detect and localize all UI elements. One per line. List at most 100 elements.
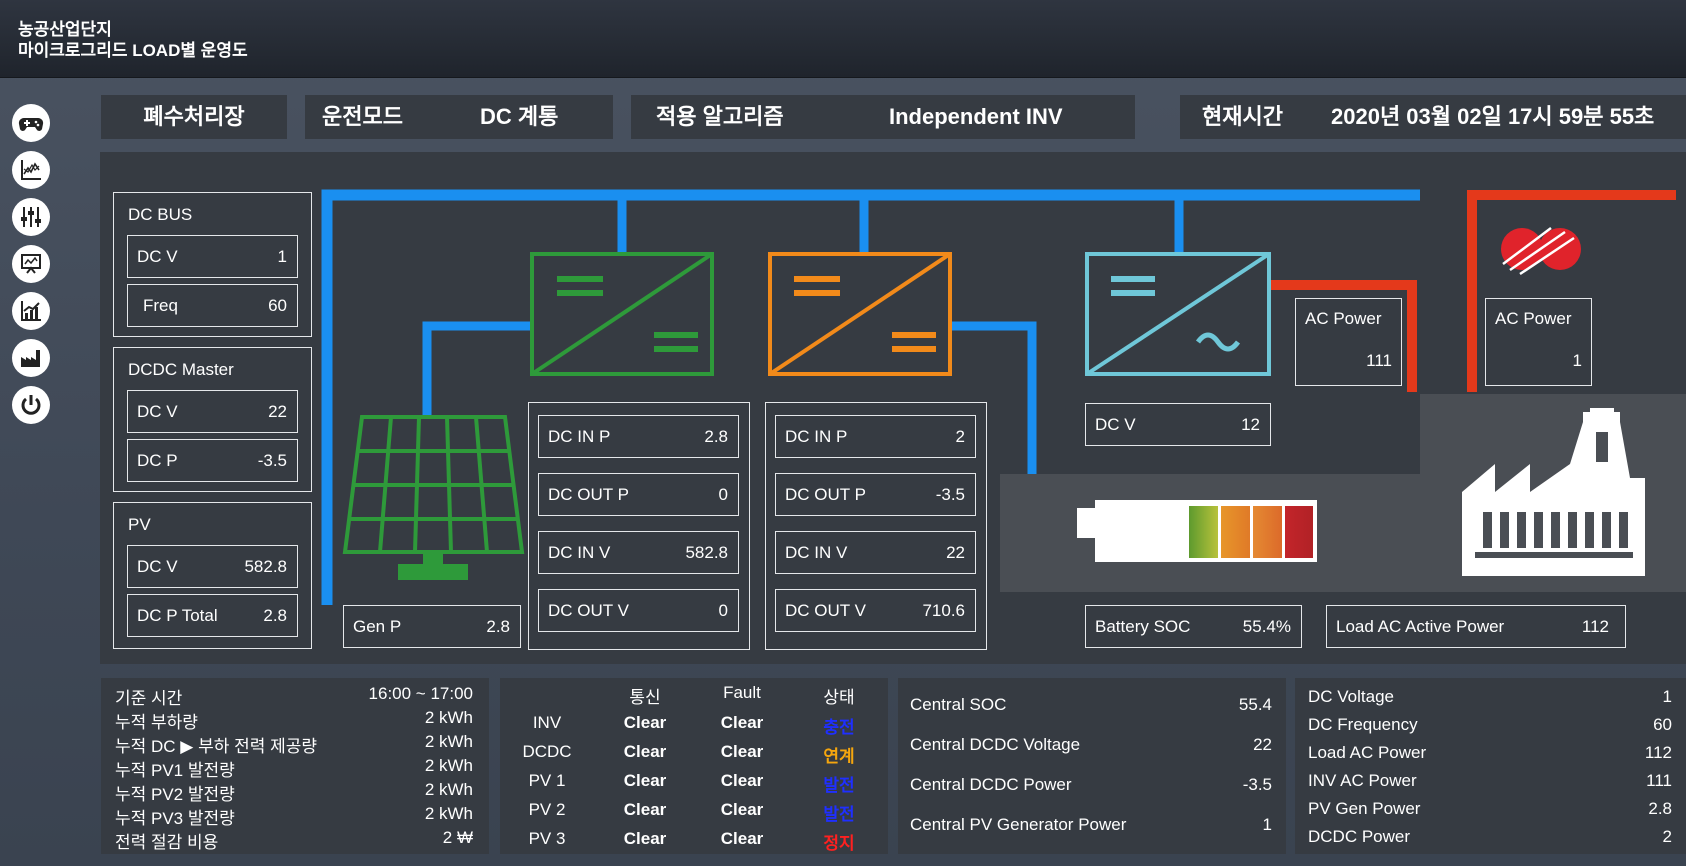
conv1-label: DC IN P [548,427,611,446]
status-row-state: 발전 [823,776,855,795]
conv2-value: -3.5 [935,485,965,504]
conv1-label: DC OUT P [548,485,629,504]
pv-dcp-field: DC P Total 2.8 [127,594,298,637]
dcdc-dcv-value: 22 [268,402,287,421]
site-panel: 폐수처리장 [101,95,287,139]
power-icon[interactable] [12,386,50,424]
dc-value: 112 [1644,743,1672,762]
dcdc-dcp-label: DC P [137,451,178,470]
time-label: 현재시간 [1202,104,1283,129]
central-label: Central SOC [910,695,1007,714]
load-ac-value: 112 [1581,617,1609,636]
dc-panel: DC Voltage 1 DC Frequency 60 Load AC Pow… [1295,678,1686,854]
diagram-area: DC BUS DC V 1 Freq 60 DCDC Master DC V 2… [100,152,1686,664]
summary-panel: 기준 시간 16:00 ~ 17:00 누적 부하량 2 kWh 누적 DC ▶… [101,678,489,854]
summary-label: 누적 부하량 [115,713,198,732]
dcdc-dcp-field: DC P -3.5 [127,439,298,482]
conv1-row: DC IN V 582.8 [538,531,739,574]
status-header-state: 상태 [823,688,855,707]
dcdc-converter-readings: DC IN P 2 DC OUT P -3.5 DC IN V 22 DC OU… [765,402,987,650]
summary-value: 2 kWh [424,732,473,751]
dc-bus-dcv-label: DC V [137,247,178,266]
gamepad-icon[interactable] [12,104,50,142]
conv2-value: 2 [955,427,965,446]
summary-value: 2 kWh [424,708,473,727]
time-value: 2020년 03월 02일 17시 59분 55초 [1331,104,1655,129]
status-row-name: PV 2 [528,800,566,819]
status-row-state: 충전 [823,718,855,737]
pv-dcp-value: 2.8 [263,606,287,625]
mode-value: DC 계통 [480,104,559,129]
status-row-comm: Clear [623,800,667,819]
conv1-value: 0 [718,601,728,620]
ac-power-grid-value: 1 [1572,351,1582,370]
dcdc-dcv-field: DC V 22 [127,390,298,433]
status-row-state: 정지 [823,834,855,853]
summary-label: 기준 시간 [115,689,183,708]
load-ac-label: Load AC Active Power [1336,617,1505,636]
gen-p-label: Gen P [353,617,402,636]
monitor-icon[interactable] [12,245,50,283]
pv-dcp-label: DC P Total [137,606,218,625]
conv1-label: DC IN V [548,543,611,562]
status-row-comm: Clear [623,829,667,848]
summary-value: 2 kWh [424,780,473,799]
ac-power-inverter: AC Power 111 [1295,298,1402,386]
dc-bus-title: DC BUS [128,205,193,224]
gen-p-field: Gen P 2.8 [343,605,521,648]
dcdc-converter-icon [768,252,952,376]
dc-bus-dcv-field: DC V 1 [127,235,298,278]
time-panel: 현재시간 2020년 03월 02일 17시 59분 55초 [1180,95,1686,139]
inverter-dcv-field: DC V 12 [1085,403,1271,446]
dc-label: DC Voltage [1308,687,1394,706]
dc-value: 111 [1646,771,1672,790]
site-name: 폐수처리장 [143,104,245,129]
pv-dcv-field: DC V 582.8 [127,545,298,588]
status-row-name: PV 1 [528,771,566,790]
status-header-fault: Fault [723,683,761,702]
battery-soc-field: Battery SOC 55.4% [1085,605,1302,648]
conv2-value: 710.6 [922,601,965,620]
battery-soc-value: 55.4% [1242,617,1291,636]
dc-label: DCDC Power [1308,827,1411,846]
load-ac-field: Load AC Active Power 112 [1326,605,1626,648]
ac-power-inverter-label: AC Power [1305,309,1382,328]
summary-label: 누적 PV1 발전량 [115,761,235,780]
status-row-comm: Clear [623,742,667,761]
trend-icon[interactable] [12,292,50,330]
dc-value: 2 [1662,827,1672,846]
dc-label: DC Frequency [1308,715,1418,734]
central-label: Central PV Generator Power [910,815,1127,834]
chart-icon[interactable] [12,151,50,189]
ac-power-grid: AC Power 1 [1485,298,1592,386]
summary-value: 16:00 ~ 17:00 [368,684,473,703]
status-row-comm: Clear [623,771,667,790]
ac-power-grid-label: AC Power [1495,309,1572,328]
conv2-row: DC IN P 2 [775,415,976,458]
central-value: 22 [1253,735,1272,754]
summary-label: 누적 DC ▶ 부하 전력 제공량 [115,737,318,756]
pv-dcv-value: 582.8 [244,557,287,576]
status-row-name: PV 3 [528,829,566,848]
summary-label: 누적 PV3 발전량 [115,809,235,828]
status-row-state: 발전 [823,805,855,824]
central-value: -3.5 [1242,775,1272,794]
algorithm-label: 적용 알고리즘 [656,104,784,129]
conv2-row: DC OUT P -3.5 [775,473,976,516]
algorithm-panel: 적용 알고리즘 Independent INV [631,95,1135,139]
dcdc-dcv-label: DC V [137,402,178,421]
conv1-row: DC IN P 2.8 [538,415,739,458]
factory-icon[interactable] [12,339,50,377]
dc-label: PV Gen Power [1308,799,1421,818]
conv1-row: DC OUT V 0 [538,589,739,632]
conv2-row: DC OUT V 710.6 [775,589,976,632]
battery-icon [1077,500,1317,562]
status-row-fault: Clear [720,771,764,790]
sliders-icon[interactable] [12,198,50,236]
dc-bus-freq-field: Freq 60 [127,284,298,327]
gen-p-value: 2.8 [486,617,510,636]
conv2-label: DC OUT V [785,601,866,620]
conv2-label: DC IN P [785,427,848,446]
inverter-dcv-value: 12 [1241,415,1260,434]
pv-panel: PV DC V 582.8 DC P Total 2.8 [113,502,312,649]
